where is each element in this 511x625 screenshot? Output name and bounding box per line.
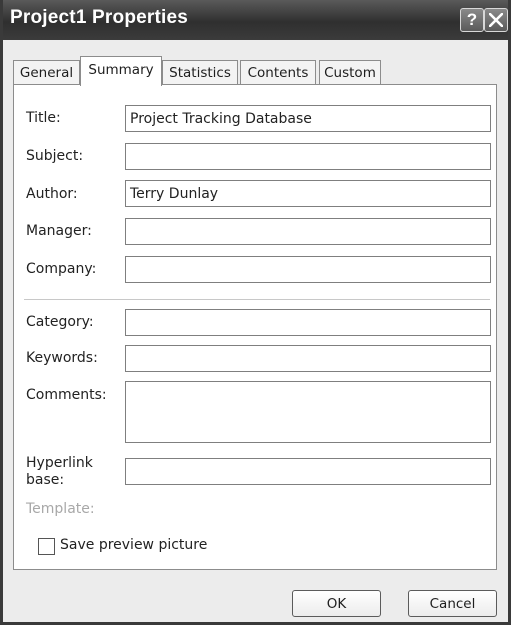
company-field[interactable] xyxy=(125,256,491,283)
author-field[interactable]: Terry Dunlay xyxy=(125,180,491,207)
hyperlink-base-label-line2: base: xyxy=(26,472,65,488)
keywords-field[interactable] xyxy=(125,345,491,372)
tab-summary[interactable]: Summary xyxy=(80,56,162,86)
tab-statistics[interactable]: Statistics xyxy=(162,60,238,84)
keywords-label: Keywords: xyxy=(26,350,98,366)
help-button[interactable]: ? xyxy=(460,8,484,32)
save-preview-label[interactable]: Save preview picture xyxy=(60,537,207,553)
save-preview-checkbox[interactable] xyxy=(38,538,55,555)
hyperlink-base-label-line1: Hyperlink xyxy=(26,455,93,471)
author-label: Author: xyxy=(26,186,78,202)
subject-field[interactable] xyxy=(125,143,491,170)
company-label: Company: xyxy=(26,261,97,277)
close-button[interactable] xyxy=(484,8,508,32)
manager-field[interactable] xyxy=(125,218,491,245)
title-field[interactable]: Project Tracking Database xyxy=(125,105,491,132)
ok-button[interactable]: OK xyxy=(292,590,381,617)
category-field[interactable] xyxy=(125,309,491,336)
manager-label: Manager: xyxy=(26,223,92,239)
help-icon: ? xyxy=(466,10,478,29)
comments-field[interactable] xyxy=(125,381,491,443)
cancel-button[interactable]: Cancel xyxy=(408,590,497,617)
tab-general[interactable]: General xyxy=(13,60,80,84)
title-bar[interactable]: Project1 Properties ? xyxy=(3,0,508,40)
tab-contents[interactable]: Contents xyxy=(240,60,316,84)
category-label: Category: xyxy=(26,314,94,330)
section-divider xyxy=(24,299,490,300)
hyperlink-base-field[interactable] xyxy=(125,458,491,485)
window-title: Project1 Properties xyxy=(10,7,189,28)
close-icon xyxy=(489,13,503,27)
tab-custom[interactable]: Custom xyxy=(319,60,381,84)
subject-label: Subject: xyxy=(26,148,84,164)
template-label: Template: xyxy=(26,501,95,517)
summary-panel: Title: Project Tracking Database Subject… xyxy=(13,84,497,570)
title-label: Title: xyxy=(26,110,61,126)
properties-dialog: Project1 Properties ? General Summary St… xyxy=(0,0,511,625)
comments-label: Comments: xyxy=(26,387,107,403)
